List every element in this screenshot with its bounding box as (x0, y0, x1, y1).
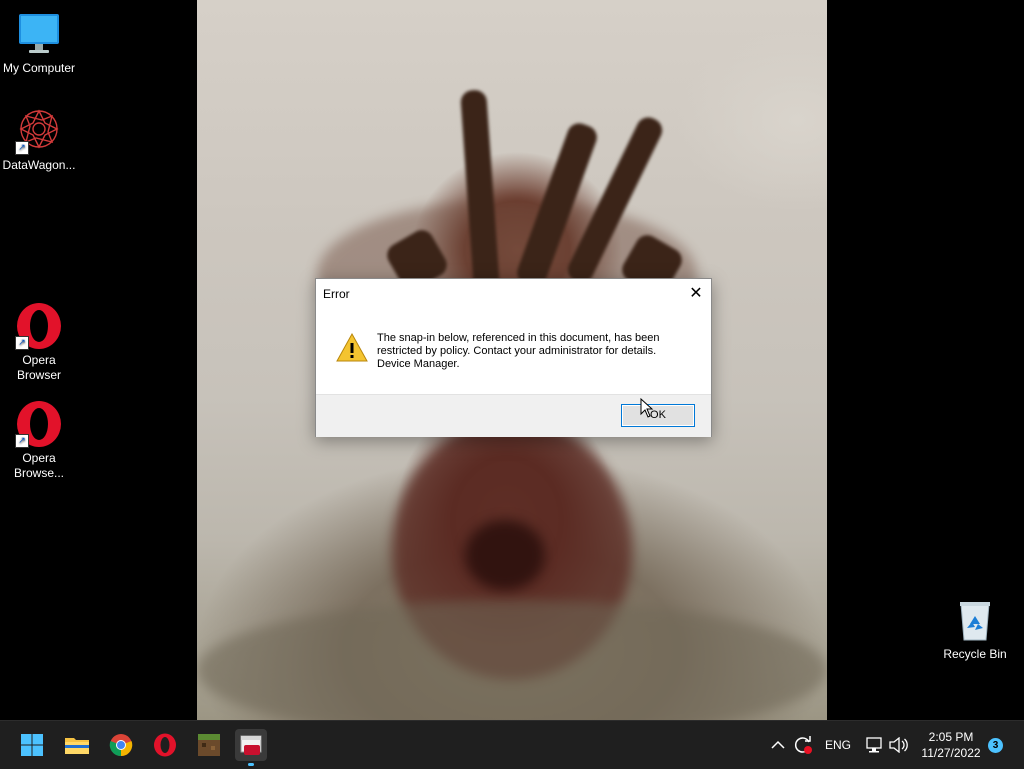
dialog-message-text: The snap-in below, referenced in this do… (377, 332, 660, 357)
network-icon (866, 737, 882, 753)
monitor-icon (15, 10, 63, 58)
taskbar-file-explorer[interactable] (61, 729, 93, 761)
desktop-icon-label: Opera Browser (16, 353, 61, 382)
opera-icon: ↗ (15, 400, 63, 448)
folder-icon (65, 738, 89, 754)
taskbar-minecraft[interactable] (193, 729, 225, 761)
input-language[interactable]: ENG (825, 738, 851, 752)
desktop-icon-label: My Computer (2, 61, 76, 75)
taskbar: ENG 2:05 PM 11/27/2022 3 (0, 720, 1024, 769)
recycle-bin-icon (951, 596, 999, 644)
notification-badge[interactable]: 3 (988, 738, 1003, 753)
chevron-up-icon (771, 740, 785, 749)
dialog-message: The snap-in below, referenced in this do… (377, 332, 697, 371)
clock-date: 11/27/2022 (921, 746, 981, 760)
desktop-icon-opera-browser-2[interactable]: ↗ Opera Browse... (0, 400, 78, 481)
desktop-icon-label: Opera Browse... (13, 451, 64, 480)
dialog-title: Error (323, 287, 350, 301)
sync-alert-icon (794, 736, 812, 754)
windows-start-icon (21, 734, 43, 756)
minecraft-icon (198, 734, 220, 756)
network-button[interactable] (862, 729, 886, 761)
datawagon-icon: ↗ (15, 107, 63, 155)
desktop-icon-opera-browser[interactable]: ↗ Opera Browser (0, 302, 78, 383)
speaker-icon (889, 737, 908, 753)
desktop-icon-label: Recycle Bin (943, 647, 1007, 661)
shortcut-arrow-icon: ↗ (15, 141, 29, 155)
taskbar-chrome[interactable] (105, 729, 137, 761)
taskbar-active-app[interactable] (235, 729, 267, 766)
start-button[interactable] (16, 729, 48, 761)
shortcut-arrow-icon: ↗ (15, 434, 29, 448)
active-app-indicator (248, 763, 254, 766)
desktop-icon-recycle-bin[interactable]: Recycle Bin (936, 596, 1014, 662)
show-hidden-icons-button[interactable] (765, 729, 791, 761)
dialog-titlebar[interactable]: Error ✕ (316, 279, 711, 309)
desktop-icon-my-computer[interactable]: My Computer (0, 10, 78, 76)
chrome-icon (109, 734, 133, 757)
desktop-icon-label: DataWagon... (2, 158, 76, 172)
shortcut-arrow-icon: ↗ (15, 336, 29, 350)
ok-button[interactable]: OK (621, 404, 695, 427)
volume-button[interactable] (886, 729, 910, 761)
dialog-body: The snap-in below, referenced in this do… (316, 309, 711, 394)
warning-icon (336, 333, 368, 362)
taskbar-opera[interactable] (149, 729, 181, 761)
taskbar-clock[interactable]: 2:05 PM 11/27/2022 (916, 729, 986, 761)
dialog-detail-text: Device Manager. (377, 358, 460, 370)
opera-icon: ↗ (15, 302, 63, 350)
app-window-icon (240, 735, 262, 755)
desktop-icon-datawagon[interactable]: ↗ DataWagon... (0, 107, 78, 173)
mouse-cursor-icon (640, 398, 654, 418)
tray-update-icon-button[interactable] (790, 729, 816, 761)
clock-time: 2:05 PM (928, 730, 974, 744)
close-icon[interactable]: ✕ (681, 279, 711, 309)
opera-icon (154, 733, 176, 757)
